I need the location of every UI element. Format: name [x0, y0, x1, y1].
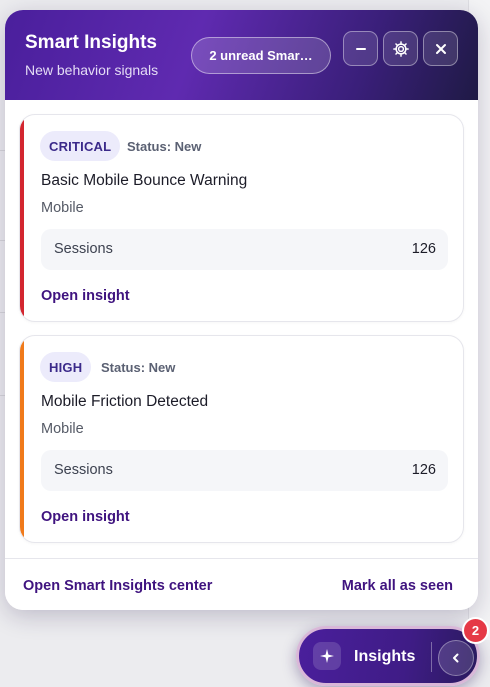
- insight-card: CRITICAL Status: New Basic Mobile Bounce…: [19, 114, 464, 322]
- insights-launcher-button[interactable]: Insights: [296, 626, 480, 686]
- insight-device: Mobile: [41, 200, 84, 216]
- severity-accent-bar: [20, 336, 24, 542]
- notification-count-badge: 2: [462, 617, 489, 644]
- mark-all-seen-link[interactable]: Mark all as seen: [342, 578, 453, 594]
- open-insight-link[interactable]: Open insight: [41, 288, 130, 304]
- metric-value: 126: [411, 241, 436, 257]
- metric-row: Sessions 126: [41, 450, 448, 491]
- minimize-button[interactable]: [343, 31, 378, 66]
- close-icon: [435, 43, 446, 54]
- severity-accent-bar: [20, 115, 24, 321]
- minus-icon: [355, 47, 366, 50]
- insight-title: Basic Mobile Bounce Warning: [41, 172, 248, 189]
- settings-button[interactable]: [383, 31, 418, 66]
- launcher-label: Insights: [354, 648, 416, 665]
- status-label: Status: New: [101, 360, 176, 375]
- chevron-left-icon: [453, 653, 459, 663]
- metric-label: Sessions: [54, 241, 113, 257]
- insight-title: Mobile Friction Detected: [41, 393, 209, 410]
- unread-pill[interactable]: 2 unread Smar…: [191, 37, 331, 74]
- panel-subtitle: New behavior signals: [25, 62, 159, 78]
- launcher-toggle-button[interactable]: [438, 640, 474, 676]
- insight-card: HIGH Status: New Mobile Friction Detecte…: [19, 335, 464, 543]
- launcher-divider: [431, 642, 432, 672]
- sparkle-icon: [313, 642, 341, 670]
- panel-title: Smart Insights: [25, 32, 157, 53]
- close-button[interactable]: [423, 31, 458, 66]
- metric-row: Sessions 126: [41, 229, 448, 270]
- severity-badge: CRITICAL: [40, 131, 121, 161]
- open-insight-link[interactable]: Open insight: [41, 509, 130, 525]
- insight-device: Mobile: [41, 421, 84, 437]
- panel-footer: Open Smart Insights center Mark all as s…: [5, 558, 478, 610]
- metric-value: 126: [411, 462, 436, 478]
- panel-header: Smart Insights New behavior signals 2 un…: [5, 10, 478, 100]
- severity-badge: HIGH: [40, 352, 92, 382]
- metric-label: Sessions: [54, 462, 113, 478]
- status-label: Status: New: [127, 139, 202, 154]
- open-center-link[interactable]: Open Smart Insights center: [23, 578, 212, 594]
- smart-insights-panel: Smart Insights New behavior signals 2 un…: [5, 10, 478, 610]
- gear-icon: [392, 40, 409, 57]
